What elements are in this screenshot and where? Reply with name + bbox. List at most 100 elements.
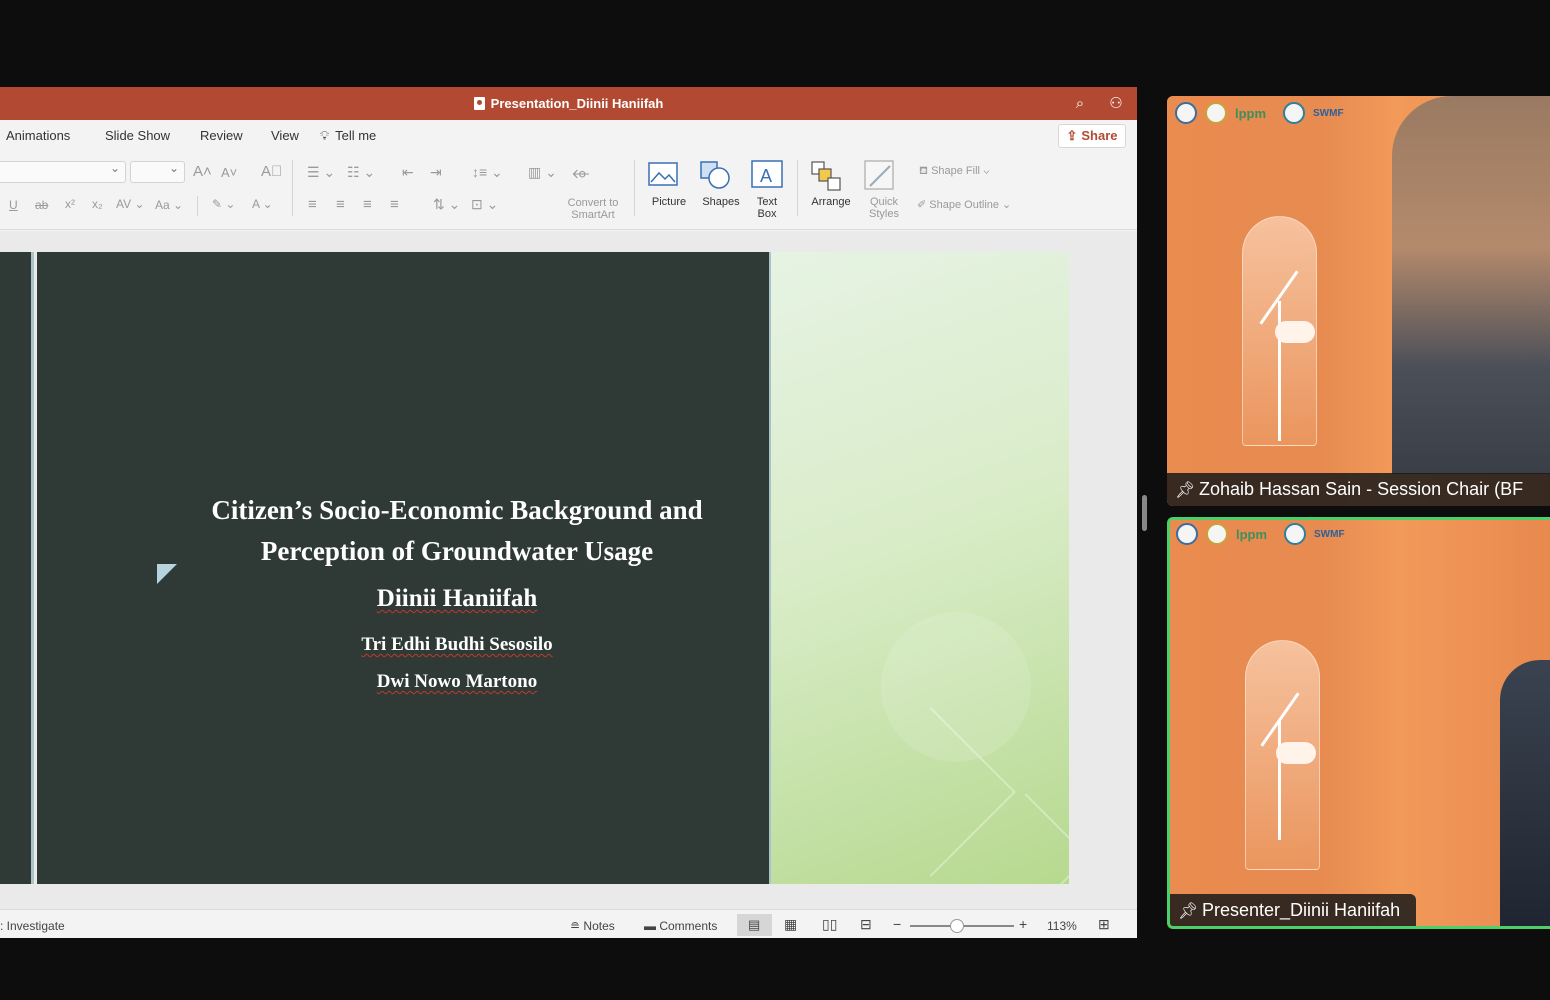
zoom-level[interactable]: 113% xyxy=(1047,919,1077,933)
logo-text: lppm xyxy=(1235,106,1267,121)
notes-button[interactable]: ≘ Notes xyxy=(570,919,615,933)
video-tile-session-chair[interactable]: lppm SWMF 📌︎ Zohaib Hassan Sain - Session… xyxy=(1167,96,1550,506)
participant-video xyxy=(1500,660,1550,926)
pin-icon: 📌︎ xyxy=(1175,482,1196,499)
columns-icon[interactable]: ▥ ⌄ xyxy=(528,164,557,181)
shapes-icon[interactable] xyxy=(699,160,733,190)
wind-turbine xyxy=(1278,720,1281,840)
notes-label: Notes xyxy=(583,919,615,933)
smartart-icon[interactable]: ⬰ xyxy=(572,160,590,186)
superscript-icon[interactable]: x² xyxy=(65,197,75,211)
tell-me-button[interactable]: 💡︎ Tell me xyxy=(320,128,376,144)
zoom-in-icon[interactable]: + xyxy=(1019,916,1027,932)
pin-icon: 📌︎ xyxy=(1178,903,1199,920)
powerpoint-window: Presentation_Diinii Haniifah ⌕ ⚇ Animati… xyxy=(0,87,1137,938)
line-spacing-icon[interactable]: ↕≡ ⌄ xyxy=(472,164,503,181)
ribbon-separator xyxy=(197,196,198,216)
bullets-icon[interactable]: ☰ ⌄ xyxy=(307,164,335,181)
tab-animations[interactable]: Animations xyxy=(6,128,70,143)
slide-green-panel xyxy=(769,252,1069,884)
convert-to-smartart-label[interactable]: Convert to SmartArt xyxy=(560,197,626,221)
arrange-button[interactable]: Arrange xyxy=(806,196,856,208)
tab-view[interactable]: View xyxy=(271,128,299,143)
slide-title: Citizen’s Socio-Economic Background and … xyxy=(211,495,703,566)
participant-name: Presenter_Diinii Haniifah xyxy=(1202,900,1401,920)
quick-styles-icon[interactable] xyxy=(864,160,896,192)
video-tile-presenter[interactable]: lppm SWMF 📌︎ Presenter_Diinii Haniifah xyxy=(1167,517,1550,929)
picture-icon[interactable] xyxy=(648,162,680,188)
status-bar: : Investigate ≘ Notes ▬ Comments ▤ ▦ ▯▯ … xyxy=(0,909,1137,938)
shape-outline-label: Shape Outline xyxy=(929,199,999,211)
increase-font-icon[interactable]: A˄ xyxy=(193,163,212,180)
slide-coauthor-1: Tri Edhi Budhi Sesosilo xyxy=(177,634,737,656)
normal-view-button[interactable]: ▤ xyxy=(737,914,772,936)
tell-me-label: Tell me xyxy=(335,128,377,143)
strikethrough-icon[interactable]: ab xyxy=(35,198,48,212)
normal-view-icon: ▤ xyxy=(748,917,761,932)
picture-button[interactable]: Picture xyxy=(647,196,691,208)
svg-text:A: A xyxy=(760,166,772,186)
window-title: Presentation_Diinii Haniifah xyxy=(0,96,1137,111)
zoom-slider-knob[interactable] xyxy=(949,919,964,933)
justify-icon[interactable]: ≡ xyxy=(390,196,399,213)
window-title-text: Presentation_Diinii Haniifah xyxy=(490,96,664,111)
ribbon-separator xyxy=(797,160,798,216)
numbering-icon[interactable]: ☷ ⌄ xyxy=(347,164,375,181)
highlight-icon[interactable]: ✎ ⌄ xyxy=(212,197,235,211)
slide-author-text: Diinii Haniifah xyxy=(376,585,538,612)
font-family-select[interactable] xyxy=(0,161,126,183)
underline-icon[interactable]: U xyxy=(9,198,18,212)
font-size-select[interactable] xyxy=(130,161,185,183)
document-icon xyxy=(473,97,485,110)
split-view-handle[interactable] xyxy=(1142,495,1147,531)
shape-fill-button[interactable]: ⛾ Shape Fill ⌄ xyxy=(919,165,990,179)
zoom-out-icon[interactable]: − xyxy=(893,916,901,932)
align-text-icon[interactable]: ⊡ ⌄ xyxy=(471,196,498,213)
reading-view-icon[interactable]: ▯▯ xyxy=(822,916,837,933)
meeting-screen: Presentation_Diinii Haniifah ⌕ ⚇ Animati… xyxy=(0,0,1550,1000)
logo-icon xyxy=(1205,102,1227,124)
slide-corner-triangle xyxy=(157,564,177,584)
comments-button[interactable]: ▬ Comments xyxy=(644,919,717,933)
text-box-button[interactable]: Text Box xyxy=(749,196,785,220)
shape-outline-button[interactable]: ✐ Shape Outline ⌄ xyxy=(917,198,1011,211)
tab-slide-show[interactable]: Slide Show xyxy=(105,128,170,143)
align-center-icon[interactable]: ≡ xyxy=(336,196,345,213)
clear-format-icon[interactable]: A⃥ xyxy=(261,163,282,180)
character-spacing-icon[interactable]: AV ⌄ xyxy=(116,197,145,211)
collaborate-icon[interactable]: ⚇ xyxy=(1106,94,1126,114)
subscript-icon[interactable]: x₂ xyxy=(92,197,103,211)
shape-fill-label: Shape Fill xyxy=(931,165,980,177)
slide-sorter-icon[interactable]: ▦ xyxy=(784,916,797,933)
slide-coauthor-2: Dwi Nowo Martono xyxy=(177,671,737,693)
search-icon[interactable]: ⌕ xyxy=(1070,94,1090,114)
tab-review[interactable]: Review xyxy=(200,128,243,143)
current-slide[interactable]: Citizen’s Socio-Economic Background and … xyxy=(37,252,1069,884)
logo-icon xyxy=(1175,102,1197,124)
decrease-indent-icon[interactable]: ⇤ xyxy=(402,164,414,181)
decrease-font-icon[interactable]: A˅ xyxy=(221,165,237,180)
fit-to-window-icon[interactable]: ⊞ xyxy=(1098,916,1110,933)
notes-icon: ≘ xyxy=(570,919,581,933)
ribbon-separator xyxy=(292,160,293,216)
text-box-icon[interactable]: A xyxy=(751,160,783,190)
decorative-circle xyxy=(881,612,1031,762)
share-button[interactable]: ⇪ Share xyxy=(1058,124,1126,148)
arrange-icon[interactable] xyxy=(810,160,844,192)
increase-indent-icon[interactable]: ⇥ xyxy=(430,164,442,181)
align-right-icon[interactable]: ≡ xyxy=(363,196,372,213)
slideshow-view-icon[interactable]: ⊟ xyxy=(860,916,872,933)
font-color-icon[interactable]: A ⌄ xyxy=(252,197,273,211)
logo-icon xyxy=(1283,102,1305,124)
text-direction-icon[interactable]: ⇅ ⌄ xyxy=(433,196,460,213)
ribbon-home: A˄ A˅ A⃥ U ab x² x₂ AV ⌄ Aa ⌄ ✎ ⌄ A ⌄ ☰ … xyxy=(0,152,1137,230)
slide-coauthor-2-text: Dwi Nowo Martono xyxy=(376,671,538,692)
slide-left-edge xyxy=(0,252,34,884)
quick-styles-button[interactable]: Quick Styles xyxy=(862,196,906,220)
comments-label: Comments xyxy=(659,919,718,933)
align-left-icon[interactable]: ≡ xyxy=(308,196,317,213)
shapes-button[interactable]: Shapes xyxy=(700,196,742,208)
participant-name-bar: 📌︎ Presenter_Diinii Haniifah xyxy=(1170,894,1416,926)
change-case-icon[interactable]: Aa ⌄ xyxy=(155,198,183,212)
lightbulb-icon: 💡︎ xyxy=(320,128,330,143)
